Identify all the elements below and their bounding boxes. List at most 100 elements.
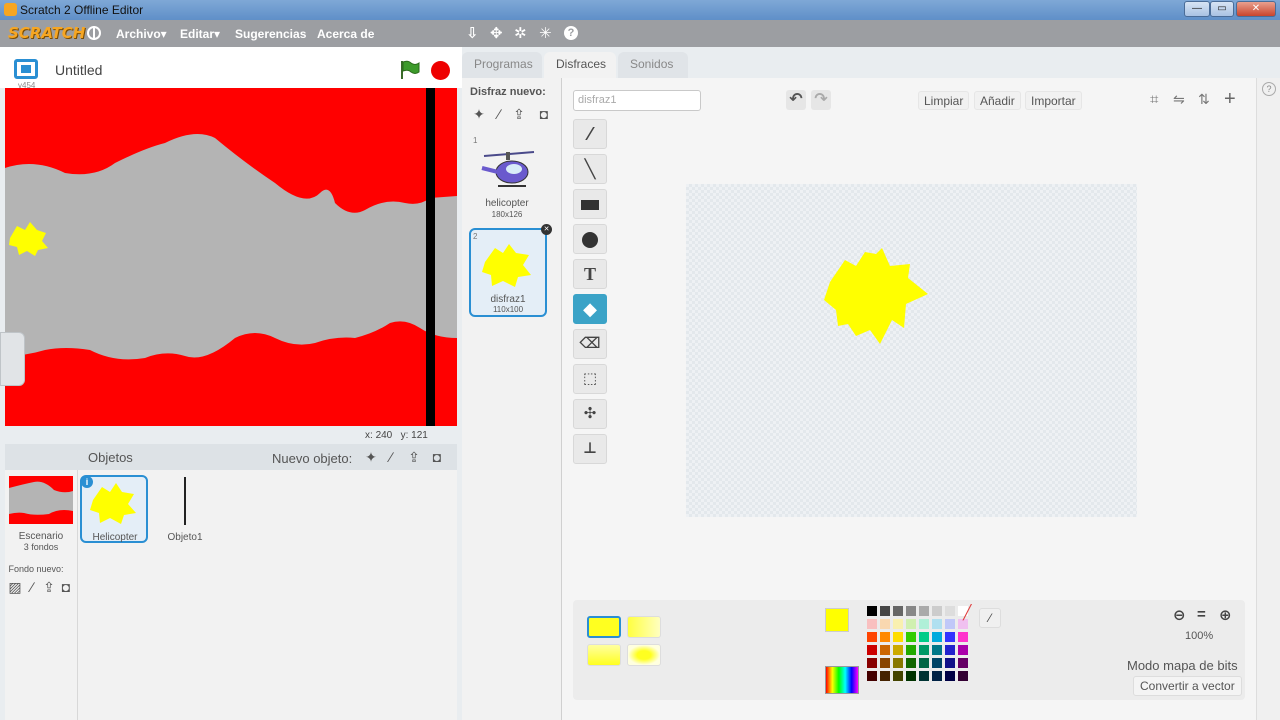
project-title[interactable]: Untitled	[55, 62, 102, 78]
palette-swatch[interactable]	[867, 619, 877, 629]
close-button[interactable]: ✕	[1236, 1, 1276, 17]
palette-swatch[interactable]	[893, 658, 903, 668]
palette-swatch[interactable]	[919, 606, 929, 616]
palette-swatch[interactable]	[867, 632, 877, 642]
palette-swatch[interactable]	[880, 632, 890, 642]
costume-thumbnail-helicopter[interactable]	[474, 144, 540, 194]
text-tool-icon[interactable]: T	[573, 259, 607, 289]
palette-swatch[interactable]	[958, 658, 968, 668]
eyedropper-icon[interactable]: ⁄	[979, 608, 1001, 628]
upload-sprite-icon[interactable]: ⇪	[406, 449, 422, 465]
set-center-icon[interactable]: +	[1224, 88, 1236, 111]
grow-tool-icon[interactable]: ✲	[514, 24, 527, 42]
primary-color-swatch[interactable]	[825, 608, 849, 632]
fill-vertical-gradient-option[interactable]	[587, 644, 621, 666]
stage-thumbnail[interactable]	[9, 476, 73, 524]
upload-costume-icon[interactable]: ⇪	[511, 106, 527, 122]
costume-name-input[interactable]: disfraz1	[573, 90, 701, 111]
palette-swatch[interactable]	[893, 619, 903, 629]
zoom-reset-icon[interactable]: =	[1197, 606, 1206, 623]
menu-file[interactable]: Archivo▾	[116, 27, 167, 41]
crop-icon[interactable]: ⌗	[1150, 91, 1158, 108]
palette-swatch[interactable]	[919, 632, 929, 642]
green-flag-icon[interactable]	[399, 60, 421, 80]
paint-new-sprite-icon[interactable]: ∕	[383, 449, 399, 465]
color-palette[interactable]	[867, 606, 968, 696]
minimize-button[interactable]: —	[1184, 1, 1210, 17]
language-globe-icon[interactable]	[87, 26, 101, 40]
palette-swatch[interactable]	[932, 658, 942, 668]
menu-edit[interactable]: Editar▾	[180, 27, 220, 41]
palette-swatch[interactable]	[880, 606, 890, 616]
palette-swatch[interactable]	[958, 671, 968, 681]
palette-swatch[interactable]	[867, 671, 877, 681]
ellipse-tool-icon[interactable]	[573, 224, 607, 254]
tab-sounds[interactable]: Sonidos	[618, 52, 688, 78]
menu-tips[interactable]: Sugerencias	[235, 27, 306, 41]
palette-swatch[interactable]	[893, 606, 903, 616]
palette-swatch[interactable]	[932, 619, 942, 629]
upload-backdrop-icon[interactable]: ⇪	[41, 579, 57, 595]
line-tool-icon[interactable]: ╲	[573, 154, 607, 184]
tab-costumes[interactable]: Disfraces	[544, 52, 616, 78]
tab-scripts[interactable]: Programas	[462, 52, 542, 78]
scratch-logo[interactable]: SCRATCH	[8, 24, 85, 42]
palette-swatch[interactable]	[880, 671, 890, 681]
maximize-button[interactable]: ▭	[1210, 1, 1234, 17]
paint-canvas[interactable]	[686, 184, 1137, 517]
costume-tile-disfraz1[interactable]: 2 ✕ disfraz1 110x100	[469, 224, 552, 317]
palette-swatch[interactable]	[906, 645, 916, 655]
zoom-out-icon[interactable]: ⊖	[1173, 606, 1186, 624]
palette-swatch[interactable]	[906, 619, 916, 629]
clear-button[interactable]: Limpiar	[918, 91, 970, 110]
palette-swatch[interactable]	[893, 632, 903, 642]
eraser-tool-icon[interactable]: ⌫	[573, 329, 607, 359]
paint-costume-icon[interactable]: ∕	[491, 106, 507, 122]
palette-swatch[interactable]	[906, 671, 916, 681]
paint-backdrop-icon[interactable]: ∕	[24, 579, 40, 595]
undo-icon[interactable]: ↶	[786, 90, 806, 110]
palette-swatch[interactable]	[867, 606, 877, 616]
palette-swatch[interactable]	[919, 658, 929, 668]
palette-swatch[interactable]	[867, 645, 877, 655]
camera-sprite-icon[interactable]: ◘	[429, 449, 445, 465]
fill-solid-option[interactable]	[587, 616, 621, 638]
flip-horizontal-icon[interactable]: ⇋	[1173, 91, 1185, 108]
cut-tool-icon[interactable]: ✥	[490, 24, 503, 42]
presentation-mode-icon[interactable]	[14, 59, 38, 79]
no-color-swatch[interactable]: ╱	[963, 604, 971, 621]
palette-swatch[interactable]	[867, 658, 877, 668]
palette-swatch[interactable]	[880, 645, 890, 655]
palette-swatch[interactable]	[958, 645, 968, 655]
palette-swatch[interactable]	[906, 632, 916, 642]
camera-costume-icon[interactable]: ◘	[536, 106, 552, 122]
backdrop-library-icon[interactable]: ▨	[7, 579, 23, 595]
fill-radial-gradient-option[interactable]	[627, 644, 661, 666]
fill-horizontal-gradient-option[interactable]	[627, 616, 661, 638]
add-button[interactable]: Añadir	[974, 91, 1021, 110]
palette-swatch[interactable]	[893, 645, 903, 655]
stamp-tool-icon[interactable]: ⊥	[573, 434, 607, 464]
help-icon[interactable]: ?	[1262, 82, 1276, 96]
import-button[interactable]: Importar	[1025, 91, 1082, 110]
magic-select-tool-icon[interactable]: ✣	[573, 399, 607, 429]
menu-about[interactable]: Acerca de	[317, 27, 374, 41]
palette-swatch[interactable]	[932, 632, 942, 642]
palette-swatch[interactable]	[945, 606, 955, 616]
convert-to-vector-button[interactable]: Convertir a vector	[1133, 676, 1242, 696]
palette-swatch[interactable]	[945, 619, 955, 629]
stage-size-handle[interactable]	[0, 332, 25, 386]
camera-backdrop-icon[interactable]: ◘	[58, 579, 74, 595]
help-icon[interactable]: ?	[564, 26, 578, 40]
redo-icon[interactable]: ↷	[811, 90, 831, 110]
palette-swatch[interactable]	[919, 671, 929, 681]
stage-canvas[interactable]	[5, 88, 457, 426]
palette-swatch[interactable]	[945, 645, 955, 655]
palette-swatch[interactable]	[932, 671, 942, 681]
palette-swatch[interactable]	[880, 619, 890, 629]
palette-swatch[interactable]	[906, 606, 916, 616]
palette-swatch[interactable]	[945, 632, 955, 642]
palette-swatch[interactable]	[932, 606, 942, 616]
flip-vertical-icon[interactable]: ⇅	[1198, 91, 1210, 108]
palette-swatch[interactable]	[932, 645, 942, 655]
